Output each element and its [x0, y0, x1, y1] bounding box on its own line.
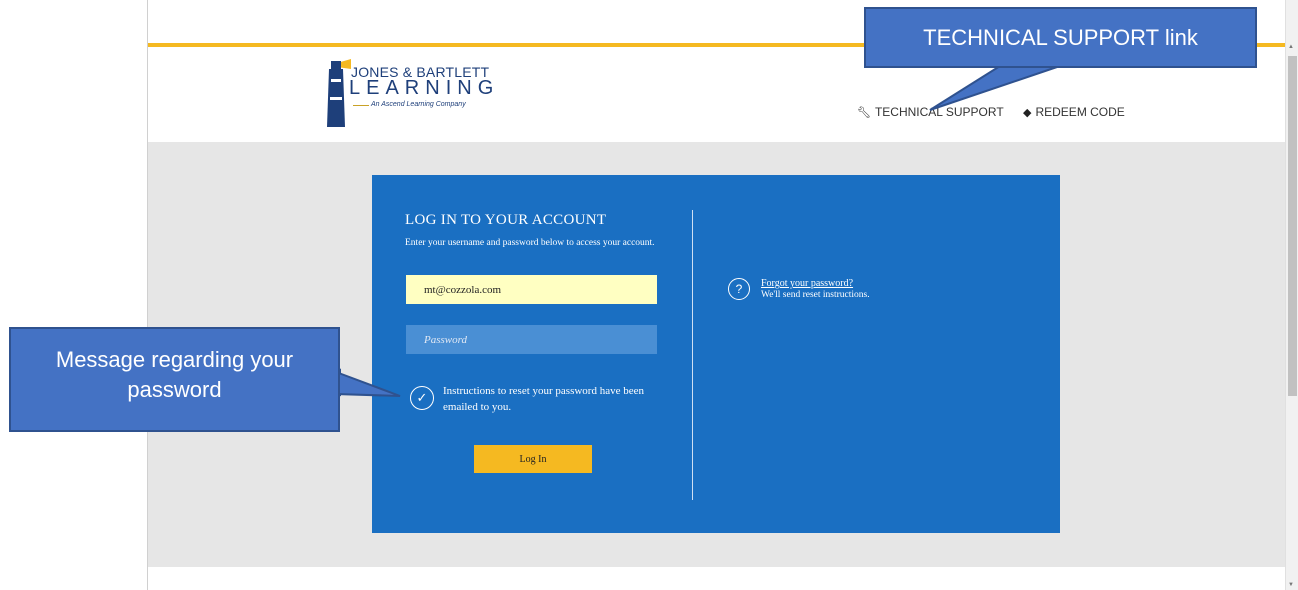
username-input[interactable] — [406, 275, 657, 304]
reset-message-text: Instructions to reset your password have… — [443, 385, 645, 413]
login-card: LOG IN TO YOUR ACCOUNT Enter your userna… — [372, 175, 1060, 533]
logo-tagline: An Ascend Learning Company — [371, 101, 466, 108]
scroll-up-icon[interactable]: ▲ — [1288, 44, 1294, 50]
callout-technical-support: TECHNICAL SUPPORT link — [864, 7, 1257, 68]
scroll-down-icon[interactable]: ▼ — [1288, 582, 1294, 588]
technical-support-link[interactable]: 🔧︎ TECHNICAL SUPPORT — [857, 105, 1004, 119]
wrench-icon: 🔧︎ — [857, 107, 871, 119]
vertical-scrollbar[interactable]: ▲ ▼ — [1285, 0, 1298, 590]
page-frame: JONES & BARTLETT LEARNING An Ascend Lear… — [147, 0, 1298, 590]
question-circle-icon: ? — [728, 278, 750, 300]
logo-rule — [353, 105, 369, 106]
logo-line-2: LEARNING — [349, 77, 500, 99]
tag-icon: ◆ — [1023, 107, 1032, 119]
redeem-code-label: REDEEM CODE — [1035, 105, 1125, 119]
login-title: LOG IN TO YOUR ACCOUNT — [405, 212, 607, 228]
redeem-code-link[interactable]: ◆ REDEEM CODE — [1023, 105, 1125, 119]
login-button[interactable]: Log In — [474, 445, 592, 473]
forgot-password-note: We'll send reset instructions. — [761, 290, 870, 300]
forgot-password-section: ? Forgot your password? We'll send reset… — [728, 278, 1028, 308]
technical-support-label: TECHNICAL SUPPORT — [874, 105, 1004, 119]
card-divider — [692, 210, 693, 500]
jones-bartlett-logo[interactable]: JONES & BARTLETT LEARNING An Ascend Lear… — [323, 57, 503, 132]
check-circle-icon: ✓ — [410, 386, 434, 410]
callout-message: Message regarding your password — [9, 327, 340, 432]
scrollbar-thumb[interactable] — [1288, 56, 1297, 396]
login-subtitle: Enter your username and password below t… — [405, 238, 655, 248]
forgot-password-link[interactable]: Forgot your password? — [761, 278, 853, 289]
password-input[interactable] — [406, 325, 657, 354]
reset-message: ✓ Instructions to reset your password ha… — [410, 383, 670, 423]
